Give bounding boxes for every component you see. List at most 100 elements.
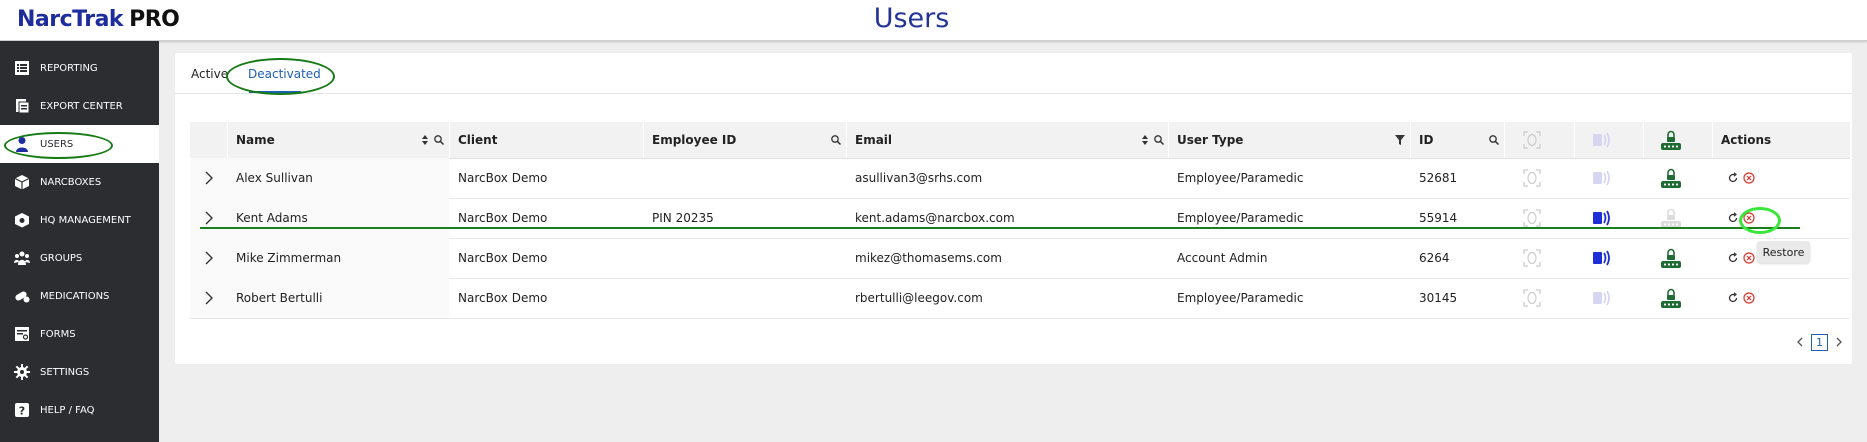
- cell-email: rbertulli@leegov.com: [855, 291, 983, 305]
- filter-icon[interactable]: [1394, 134, 1406, 146]
- sort-icon[interactable]: [1139, 134, 1151, 146]
- next-page-icon[interactable]: [1834, 337, 1844, 347]
- sidebar-item-forms[interactable]: FORMS: [0, 315, 159, 353]
- top-bar: NarcTrak PRO Users: [0, 0, 1867, 41]
- cell-email: kent.adams@narcbox.com: [855, 211, 1015, 225]
- sidebar-item-label: HELP / FAQ: [40, 404, 95, 416]
- sidebar-item-reporting[interactable]: REPORTING: [0, 49, 159, 87]
- cell-id: 6264: [1419, 251, 1450, 265]
- sidebar-item-narcboxes[interactable]: NARCBOXES: [0, 163, 159, 201]
- prev-page-icon[interactable]: [1795, 337, 1805, 347]
- search-icon[interactable]: [1488, 134, 1500, 146]
- cell-id: 30145: [1419, 291, 1458, 305]
- sidebar: REPORTING EXPORT CENTER USERS NARCBOXES …: [0, 41, 159, 442]
- cell-id: 55914: [1419, 211, 1458, 225]
- nfc-icon: [1593, 170, 1610, 186]
- table-row[interactable]: Kent Adams NarcBox Demo PIN 20235 kent.adam…: [190, 198, 1850, 239]
- sidebar-item-help-faq[interactable]: ? HELP / FAQ: [0, 391, 159, 429]
- cell-employee-id: PIN 20235: [652, 211, 714, 225]
- cell-client: NarcBox Demo: [458, 291, 548, 305]
- sidebar-item-label: EXPORT CENTER: [40, 100, 123, 112]
- expand-row-icon[interactable]: [203, 211, 215, 225]
- page-title: Users: [873, 3, 950, 34]
- delete-icon[interactable]: [1743, 252, 1755, 264]
- table-header: Name Client Employee ID Email User Type …: [190, 122, 1850, 159]
- sidebar-item-groups[interactable]: GROUPS: [0, 239, 159, 277]
- tab-deactivated[interactable]: Deactivated: [248, 67, 321, 81]
- column-header-employee-id[interactable]: Employee ID: [652, 122, 736, 158]
- column-header-name[interactable]: Name: [236, 122, 275, 158]
- delete-icon[interactable]: [1743, 172, 1755, 184]
- fingerprint-column-icon: [1523, 131, 1541, 149]
- user-status-tabs: Active Deactivated: [175, 53, 1852, 94]
- pin-column-icon: [1661, 130, 1681, 150]
- sidebar-item-medications[interactable]: MEDICATIONS: [0, 277, 159, 315]
- sort-icon[interactable]: [419, 134, 431, 146]
- sidebar-item-label: REPORTING: [40, 62, 98, 74]
- sidebar-item-export-center[interactable]: EXPORT CENTER: [0, 87, 159, 125]
- restore-icon[interactable]: [1727, 292, 1739, 304]
- sidebar-item-settings[interactable]: SETTINGS: [0, 353, 159, 391]
- column-header-user-type[interactable]: User Type: [1177, 122, 1243, 158]
- delete-icon[interactable]: [1743, 292, 1755, 304]
- sidebar-item-hq-management[interactable]: HQ MANAGEMENT: [0, 201, 159, 239]
- cell-name: Alex Sullivan: [236, 171, 313, 185]
- cell-user-type: Employee/Paramedic: [1177, 211, 1304, 225]
- cell-client: NarcBox Demo: [458, 251, 548, 265]
- tab-active[interactable]: Active: [191, 67, 228, 81]
- cell-user-type: Account Admin: [1177, 251, 1268, 265]
- pin-lock-icon: [1661, 208, 1681, 228]
- table-row[interactable]: Robert Bertulli NarcBox Demo rbertulli@lee…: [190, 278, 1850, 319]
- cell-email: mikez@thomasems.com: [855, 251, 1002, 265]
- nfc-icon: [1593, 290, 1610, 306]
- delete-icon[interactable]: [1743, 212, 1755, 224]
- pin-lock-icon: [1661, 248, 1681, 268]
- page-number-current[interactable]: 1: [1811, 333, 1828, 351]
- search-icon[interactable]: [433, 134, 445, 146]
- search-icon[interactable]: [830, 134, 842, 146]
- column-header-id[interactable]: ID: [1419, 122, 1433, 158]
- sidebar-item-label: MEDICATIONS: [40, 290, 110, 302]
- restore-icon[interactable]: [1727, 252, 1739, 264]
- expand-row-icon[interactable]: [203, 291, 215, 305]
- pagination: 1: [1795, 333, 1844, 351]
- fingerprint-icon: [1523, 289, 1541, 307]
- restore-tooltip: Restore: [1757, 241, 1810, 263]
- table-row[interactable]: Mike Zimmerman NarcBox Demo mikez@thomasem…: [190, 238, 1850, 279]
- expand-row-icon[interactable]: [203, 251, 215, 265]
- fingerprint-icon: [1523, 169, 1541, 187]
- sidebar-item-label: GROUPS: [40, 252, 83, 264]
- pin-lock-icon: [1661, 168, 1681, 188]
- forms-icon: [14, 326, 30, 342]
- fingerprint-icon: [1523, 249, 1541, 267]
- table-row[interactable]: Alex Sullivan NarcBox Demo asullivan3@srhs…: [190, 158, 1850, 199]
- users-panel: Active Deactivated Name Client Employee …: [175, 53, 1852, 364]
- restore-icon[interactable]: [1727, 172, 1739, 184]
- gear-icon: [14, 364, 30, 380]
- column-header-client[interactable]: Client: [458, 122, 497, 158]
- fingerprint-icon: [1523, 209, 1541, 227]
- help-icon: ?: [14, 402, 30, 418]
- search-icon[interactable]: [1153, 134, 1165, 146]
- sidebar-item-label: HQ MANAGEMENT: [40, 214, 131, 226]
- cell-name: Mike Zimmerman: [236, 251, 342, 265]
- sidebar-item-label: SETTINGS: [40, 366, 90, 378]
- restore-icon[interactable]: [1727, 212, 1739, 224]
- column-header-email[interactable]: Email: [855, 122, 892, 158]
- sidebar-item-users[interactable]: USERS: [0, 125, 159, 163]
- tab-selected-indicator: [249, 91, 301, 93]
- user-icon: [14, 136, 30, 152]
- hq-icon: [14, 212, 30, 228]
- column-header-actions: Actions: [1721, 133, 1772, 147]
- svg-text:?: ?: [19, 405, 25, 418]
- sidebar-item-label: NARCBOXES: [40, 176, 102, 188]
- expand-row-icon[interactable]: [203, 171, 215, 185]
- sidebar-item-label: USERS: [40, 138, 74, 150]
- cell-user-type: Employee/Paramedic: [1177, 171, 1304, 185]
- row-annotation-line: [200, 227, 1800, 229]
- cell-client: NarcBox Demo: [458, 171, 548, 185]
- cell-name: Kent Adams: [236, 211, 308, 225]
- pills-icon: [14, 288, 30, 304]
- sidebar-item-label: FORMS: [40, 328, 76, 340]
- cell-name: Robert Bertulli: [236, 291, 323, 305]
